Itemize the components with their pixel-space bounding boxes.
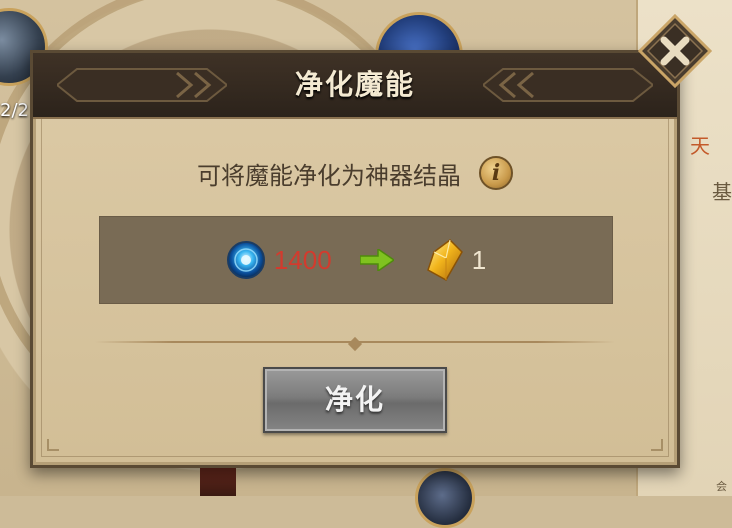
description-text: 可将魔能净化为神器结晶 <box>197 161 461 190</box>
close-icon[interactable] <box>638 14 712 88</box>
frame-corner-ornament <box>47 439 59 451</box>
description-row: 可将魔能净化为神器结晶 i <box>33 153 677 193</box>
info-icon[interactable]: i <box>479 156 513 190</box>
background-hero-portrait <box>415 468 475 528</box>
purify-button[interactable]: 净化 <box>263 367 447 433</box>
background-side-text-2: 基 <box>712 180 732 204</box>
gain-value: 1 <box>471 244 487 275</box>
background-figure <box>200 466 236 496</box>
artifact-crystal-icon <box>426 239 463 282</box>
background-bottom-text: 会 <box>716 480 727 493</box>
cost-value: 1400 <box>273 244 332 275</box>
background-side-text: 天 <box>690 134 710 158</box>
green-arrow-right-icon <box>359 249 394 271</box>
exchange-panel: 1400 1 <box>99 216 613 304</box>
magic-energy-orb-icon <box>226 241 265 279</box>
purify-magic-dialog: 净化魔能 可将魔能净化为神器结晶 i 1400 1 净化 <box>30 50 680 468</box>
frame-corner-ornament <box>651 439 663 451</box>
background-counter: 2/2 <box>0 100 29 121</box>
dialog-header: 净化魔能 <box>33 53 677 119</box>
dialog-title: 净化魔能 <box>294 68 415 101</box>
